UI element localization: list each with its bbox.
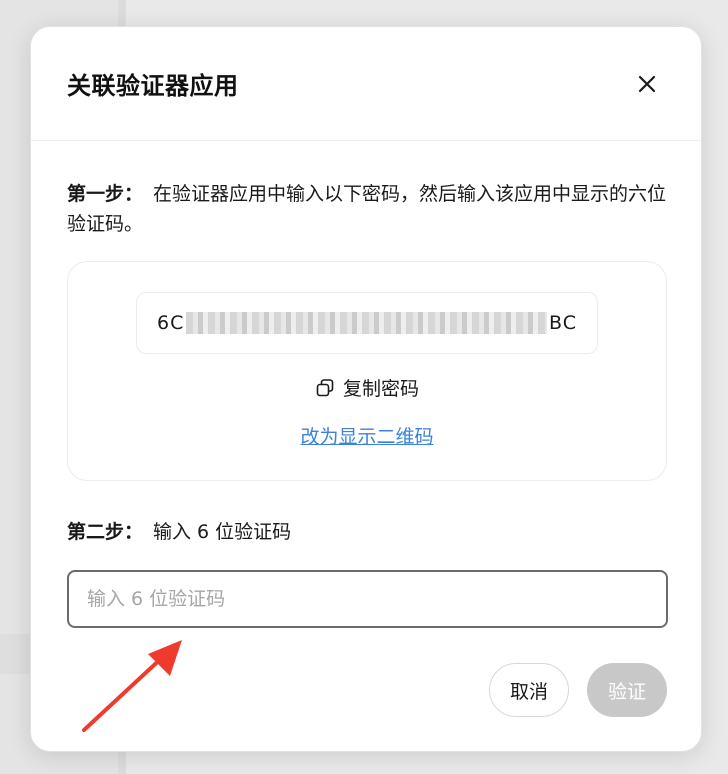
dialog-title: 关联验证器应用: [67, 72, 239, 100]
verification-code-input[interactable]: [67, 570, 668, 628]
show-qr-code-link[interactable]: 改为显示二维码: [68, 422, 666, 449]
cancel-button[interactable]: 取消: [489, 663, 569, 717]
copy-secret-button[interactable]: 复制密码: [68, 374, 666, 401]
close-icon: [638, 75, 656, 92]
step-two-label: 第二步：: [67, 521, 144, 543]
secret-key-field: 6C BC: [136, 292, 598, 354]
close-button[interactable]: [629, 66, 665, 102]
step-two-text: 输入 6 位验证码: [153, 521, 292, 543]
background-sidebar-item: [0, 744, 40, 774]
secret-key-end: BC: [549, 312, 577, 334]
secret-key-redacted: [186, 312, 548, 334]
step-two-instructions: 第二步： 输入 6 位验证码: [67, 517, 291, 547]
red-arrow-annotation: [82, 640, 182, 732]
verify-button[interactable]: 验证: [587, 663, 667, 717]
copy-secret-label: 复制密码: [342, 378, 419, 400]
secret-card: 6C BC 复制密码 改为显示二维码: [67, 261, 667, 481]
step-one-text: 在验证器应用中输入以下密码，然后输入该应用中显示的六位验证码。: [67, 183, 667, 235]
secret-key-start: 6C: [157, 312, 185, 334]
step-one-label: 第一步：: [67, 183, 144, 205]
dialog-header: 关联验证器应用: [31, 27, 701, 141]
step-one-instructions: 第一步： 在验证器应用中输入以下密码，然后输入该应用中显示的六位验证码。: [67, 179, 667, 239]
copy-icon: [316, 378, 334, 396]
